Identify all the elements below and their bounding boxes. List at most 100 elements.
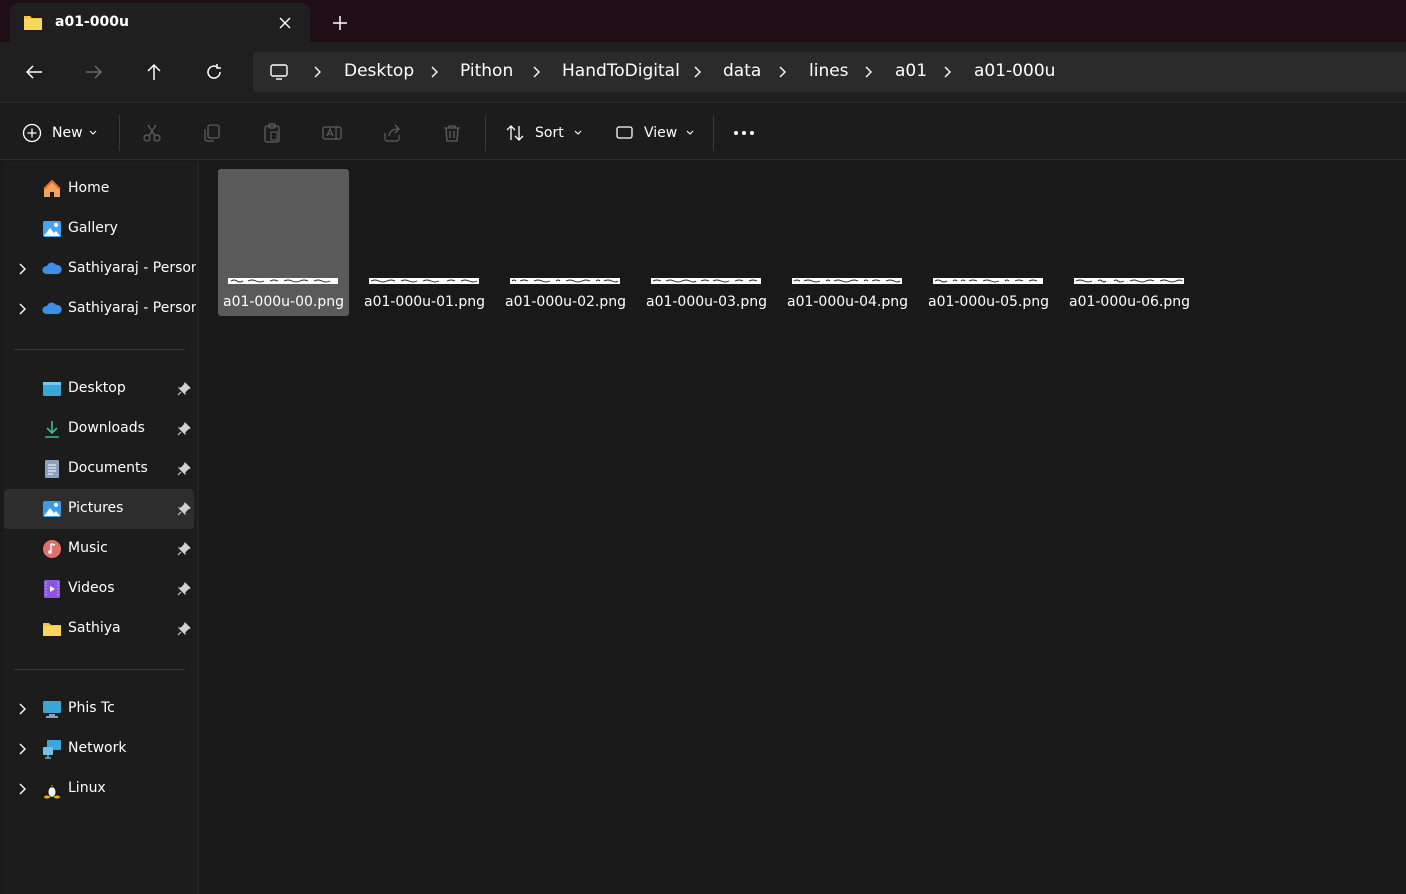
documents-icon (45, 460, 59, 478)
breadcrumb-lines[interactable]: lines (809, 61, 849, 81)
file-item[interactable]: a01-000u-04.png (782, 169, 913, 316)
new-button[interactable]: New (22, 117, 97, 149)
close-tab-button[interactable] (274, 12, 296, 34)
copy-button[interactable] (202, 117, 222, 149)
pin-icon[interactable] (177, 542, 191, 556)
file-item[interactable]: a01-000u-01.png (359, 169, 490, 316)
sidebar-item-label: Sathiyaraj - Personal (68, 260, 196, 276)
desktop-icon (43, 382, 61, 396)
file-item[interactable]: a01-000u-06.png (1064, 169, 1195, 316)
sidebar-item-label: Network (68, 740, 127, 756)
arrow-right-icon (86, 65, 103, 79)
file-name: a01-000u-05.png (927, 294, 1049, 310)
tab-title: a01-000u (55, 14, 129, 30)
more-icon (734, 131, 754, 135)
sidebar-item-gallery[interactable]: Gallery (4, 210, 194, 248)
sidebar-item-downloads[interactable]: Downloads (4, 410, 194, 448)
view-button[interactable]: View (616, 117, 694, 149)
sidebar-item-desktop[interactable]: Desktop (4, 370, 194, 408)
up-button[interactable] (138, 56, 170, 88)
sidebar-divider (14, 669, 185, 670)
pin-icon[interactable] (177, 422, 191, 436)
arrow-up-icon (147, 63, 161, 80)
forward-button[interactable] (78, 56, 110, 88)
breadcrumb-desktop[interactable]: Desktop (344, 61, 414, 81)
linux-icon (44, 780, 60, 799)
breadcrumb-handtodigital[interactable]: HandToDigital (562, 61, 680, 81)
sidebar-item-network[interactable]: Network (4, 730, 194, 768)
chevron-down-icon (89, 130, 96, 135)
sidebar-item-linux[interactable]: Linux (4, 770, 194, 808)
view-label: View (644, 125, 678, 141)
copy-icon (204, 124, 220, 142)
paste-button[interactable] (262, 117, 282, 149)
file-name: a01-000u-00.png (222, 294, 344, 310)
chevron-right-icon[interactable] (16, 302, 28, 316)
file-name: a01-000u-01.png (363, 294, 485, 310)
file-name: a01-000u-03.png (645, 294, 767, 310)
file-list: a01-000u-00.png a01-000u-01.png a01-000u… (199, 161, 1406, 894)
share-button[interactable] (382, 117, 402, 149)
this-pc-icon[interactable] (269, 62, 289, 86)
refresh-button[interactable] (198, 56, 230, 88)
file-thumbnail (510, 278, 620, 284)
share-icon (384, 124, 400, 142)
sidebar-item-documents[interactable]: Documents (4, 450, 194, 488)
chevron-right-icon (944, 66, 951, 78)
home-icon (43, 179, 61, 197)
chevron-right-icon[interactable] (16, 702, 28, 716)
back-button[interactable] (18, 56, 50, 88)
chevron-right-icon[interactable] (16, 782, 28, 796)
pin-icon[interactable] (177, 382, 191, 396)
network-icon (43, 740, 61, 759)
pin-icon[interactable] (177, 502, 191, 516)
sidebar-item-sathiya[interactable]: Sathiya (4, 610, 194, 648)
music-icon (43, 540, 61, 558)
chevron-right-icon[interactable] (16, 742, 28, 756)
trash-icon (444, 125, 460, 142)
chevron-right-icon (314, 66, 321, 78)
tab-active[interactable]: a01-000u (10, 3, 310, 42)
breadcrumb-pithon[interactable]: Pithon (460, 61, 513, 81)
view-icon (616, 126, 633, 139)
separator (119, 115, 120, 151)
separator (713, 115, 714, 151)
sidebar-item-pictures[interactable]: Pictures (4, 489, 194, 529)
pin-icon[interactable] (177, 582, 191, 596)
delete-button[interactable] (442, 117, 462, 149)
sort-button[interactable]: Sort (505, 117, 582, 149)
rename-button[interactable] (322, 117, 342, 149)
sidebar-item-onedrive-2[interactable]: Sathiyaraj - Personal (4, 290, 196, 328)
videos-icon (44, 580, 60, 598)
new-tab-button[interactable] (326, 9, 354, 37)
file-item[interactable]: a01-000u-03.png (641, 169, 772, 316)
chevron-right-icon[interactable] (16, 262, 28, 276)
onedrive-icon (42, 262, 62, 274)
file-thumbnail (792, 278, 902, 284)
address-bar[interactable]: Desktop Pithon HandToDigital data lines … (253, 52, 1406, 92)
plus-circle-icon (22, 123, 42, 143)
chevron-right-icon (865, 66, 872, 78)
breadcrumb-data[interactable]: data (723, 61, 761, 81)
file-item[interactable]: a01-000u-02.png (500, 169, 631, 316)
pin-icon[interactable] (177, 462, 191, 476)
breadcrumb-a01[interactable]: a01 (895, 61, 927, 81)
breadcrumb-a01-000u[interactable]: a01-000u (974, 61, 1055, 81)
file-item[interactable]: a01-000u-00.png (218, 169, 349, 316)
sidebar-item-videos[interactable]: Videos (4, 570, 194, 608)
arrow-left-icon (25, 65, 42, 79)
cut-button[interactable] (142, 117, 162, 149)
sidebar-item-this-pc[interactable]: Phis Tc (4, 690, 194, 728)
chevron-right-icon (694, 66, 701, 78)
sidebar-item-label: Linux (68, 780, 106, 796)
file-name: a01-000u-02.png (504, 294, 626, 310)
sort-icon (506, 125, 524, 141)
file-item[interactable]: a01-000u-05.png (923, 169, 1054, 316)
chevron-right-icon (533, 66, 540, 78)
more-options-button[interactable] (733, 117, 755, 149)
refresh-icon (207, 64, 221, 79)
sidebar-item-music[interactable]: Music (4, 530, 194, 568)
pin-icon[interactable] (177, 622, 191, 636)
sidebar-item-home[interactable]: Home (4, 170, 194, 208)
sidebar-item-onedrive-1[interactable]: Sathiyaraj - Personal (4, 250, 196, 288)
